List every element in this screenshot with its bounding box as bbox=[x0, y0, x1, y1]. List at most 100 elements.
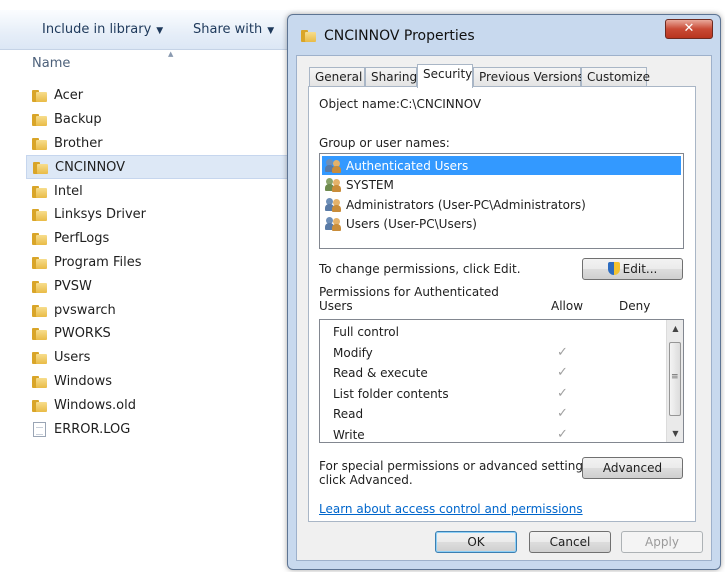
system-user-icon bbox=[325, 178, 342, 192]
permissions-for-label-user: Users bbox=[319, 299, 353, 313]
folder-icon bbox=[32, 89, 47, 103]
file-list-item[interactable]: ERROR.LOG bbox=[26, 417, 296, 441]
user-list-item[interactable]: Users (User-PC\Users) bbox=[322, 215, 681, 234]
file-name: PVSW bbox=[54, 278, 92, 294]
file-name: Windows bbox=[54, 373, 113, 389]
file-list-item[interactable]: CNCINNOV bbox=[26, 155, 296, 180]
permissions-listbox[interactable]: Full control Modify ✓ Read & execute ✓ List f… bbox=[319, 319, 684, 443]
folder-icon bbox=[32, 327, 47, 341]
permission-row: List folder contents ✓ bbox=[320, 384, 660, 405]
user-list-item[interactable]: SYSTEM bbox=[322, 176, 681, 195]
user-name: Users (User-PC\Users) bbox=[346, 217, 477, 231]
folder-icon bbox=[301, 29, 316, 42]
file-list-item[interactable]: PVSW bbox=[26, 274, 296, 298]
object-name-value: C:\CNCINNOV bbox=[400, 97, 482, 111]
file-name: CNCINNOV bbox=[55, 159, 126, 175]
permission-name: Read bbox=[333, 407, 364, 421]
file-list-item[interactable]: Windows bbox=[26, 370, 296, 394]
file-list-item[interactable]: Intel bbox=[26, 179, 296, 203]
close-button[interactable]: ✕ bbox=[665, 19, 713, 39]
document-icon bbox=[33, 421, 46, 437]
folder-icon bbox=[32, 304, 47, 317]
ok-button[interactable]: OK bbox=[435, 531, 517, 553]
permission-row: Write ✓ bbox=[320, 425, 660, 446]
file-list-item[interactable]: Backup bbox=[26, 108, 296, 132]
scroll-down-arrow-icon[interactable]: ▼ bbox=[667, 425, 684, 442]
object-name-label: Object name: bbox=[319, 97, 400, 111]
dialog-title: CNCINNOV Properties bbox=[324, 28, 475, 44]
file-name: Backup bbox=[54, 112, 102, 128]
file-name: Intel bbox=[54, 183, 83, 199]
permission-row: Modify ✓ bbox=[320, 343, 660, 364]
file-list-item[interactable]: Brother bbox=[26, 132, 296, 156]
user-list-item[interactable]: Administrators (User-PC\Administrators) bbox=[322, 195, 681, 214]
apply-button[interactable]: Apply bbox=[621, 531, 703, 553]
folder-icon bbox=[32, 137, 47, 150]
user-name: Authenticated Users bbox=[346, 158, 469, 173]
file-list-item[interactable]: pvswarch bbox=[26, 298, 296, 322]
scroll-up-arrow-icon[interactable]: ▲ bbox=[667, 320, 684, 337]
file-name: pvswarch bbox=[54, 302, 116, 318]
user-name: SYSTEM bbox=[346, 178, 394, 192]
folder-icon bbox=[32, 375, 47, 388]
group-or-user-names-label: Group or user names: bbox=[319, 136, 450, 150]
properties-dialog: CNCINNOV Properties ✕ General Sharing Secu… bbox=[287, 14, 721, 570]
cancel-button[interactable]: Cancel bbox=[529, 531, 611, 553]
permission-row: Read ✓ bbox=[320, 404, 660, 425]
user-name: Administrators (User-PC\Administrators) bbox=[346, 197, 586, 212]
security-tab-panel: Object name: C:\CNCINNOV Group or user n… bbox=[308, 86, 696, 522]
tab-sharing[interactable]: Sharing bbox=[365, 67, 417, 87]
uac-shield-icon bbox=[607, 262, 620, 275]
dropdown-arrow-icon: ▼ bbox=[267, 26, 275, 36]
name-column-header[interactable]: Name bbox=[32, 56, 70, 71]
edit-button[interactable]: Edit... bbox=[582, 258, 683, 280]
dialog-titlebar[interactable]: CNCINNOV Properties ✕ bbox=[288, 15, 720, 55]
dropdown-arrow-icon: ▼ bbox=[156, 26, 164, 36]
group-user-listbox[interactable]: Authenticated Users SYSTEM Administrators … bbox=[319, 153, 684, 249]
file-list-item[interactable]: PWORKS bbox=[26, 322, 296, 346]
edit-button-label: Edit... bbox=[622, 262, 658, 276]
tab-previous-versions[interactable]: Previous Versions bbox=[473, 67, 584, 87]
file-list-item[interactable]: PerfLogs bbox=[26, 227, 296, 251]
file-list-item[interactable]: Program Files bbox=[26, 251, 296, 275]
file-list-item[interactable]: Windows.old bbox=[26, 393, 296, 417]
scroll-grip-icon: ≡ bbox=[671, 372, 679, 382]
folder-icon bbox=[32, 280, 47, 293]
include-in-library-label: Include in library bbox=[42, 22, 152, 37]
tab-security[interactable]: Security bbox=[417, 64, 473, 88]
folder-icon bbox=[32, 208, 47, 222]
file-name: PerfLogs bbox=[54, 231, 110, 247]
folder-icon bbox=[32, 185, 47, 198]
allow-check-icon: ✓ bbox=[557, 344, 568, 360]
include-in-library-button[interactable]: Include in library ▼ bbox=[42, 22, 163, 37]
file-list-item[interactable]: Linksys Driver bbox=[26, 203, 296, 227]
learn-access-control-link[interactable]: Learn about access control and permissio… bbox=[319, 502, 583, 516]
dialog-client-area: General Sharing Security Previous Versions C… bbox=[296, 55, 712, 561]
tab-customize[interactable]: Customize bbox=[581, 67, 650, 87]
file-name: Linksys Driver bbox=[54, 207, 146, 223]
sort-ascending-icon: ▲ bbox=[168, 50, 174, 58]
share-with-label: Share with bbox=[193, 22, 263, 37]
file-name: PWORKS bbox=[54, 326, 111, 342]
permission-name: Full control bbox=[333, 325, 399, 339]
deny-column-header: Deny bbox=[619, 299, 651, 313]
users-group-icon bbox=[325, 217, 342, 231]
tab-general[interactable]: General bbox=[309, 67, 365, 87]
allow-column-header: Allow bbox=[551, 299, 584, 313]
file-list-item[interactable]: Acer bbox=[26, 84, 296, 108]
permission-name: List folder contents bbox=[333, 386, 449, 401]
folder-icon bbox=[32, 232, 47, 246]
permissions-scrollbar[interactable]: ▲ ≡ ▼ bbox=[666, 320, 683, 442]
allow-check-icon: ✓ bbox=[557, 365, 568, 380]
folder-icon bbox=[33, 161, 48, 174]
share-with-button[interactable]: Share with ▼ bbox=[193, 22, 274, 37]
permissions-for-label: Permissions for Authenticated bbox=[319, 285, 499, 299]
advanced-button[interactable]: Advanced bbox=[582, 457, 683, 479]
permission-name: Modify bbox=[333, 345, 373, 360]
user-list-item[interactable]: Authenticated Users bbox=[322, 156, 681, 175]
permission-name: Write bbox=[333, 427, 365, 442]
file-list-item[interactable]: Users bbox=[26, 346, 296, 370]
folder-icon bbox=[32, 399, 47, 412]
file-name: ERROR.LOG bbox=[54, 421, 131, 437]
special-permissions-text: For special permissions or advanced sett… bbox=[319, 459, 594, 473]
